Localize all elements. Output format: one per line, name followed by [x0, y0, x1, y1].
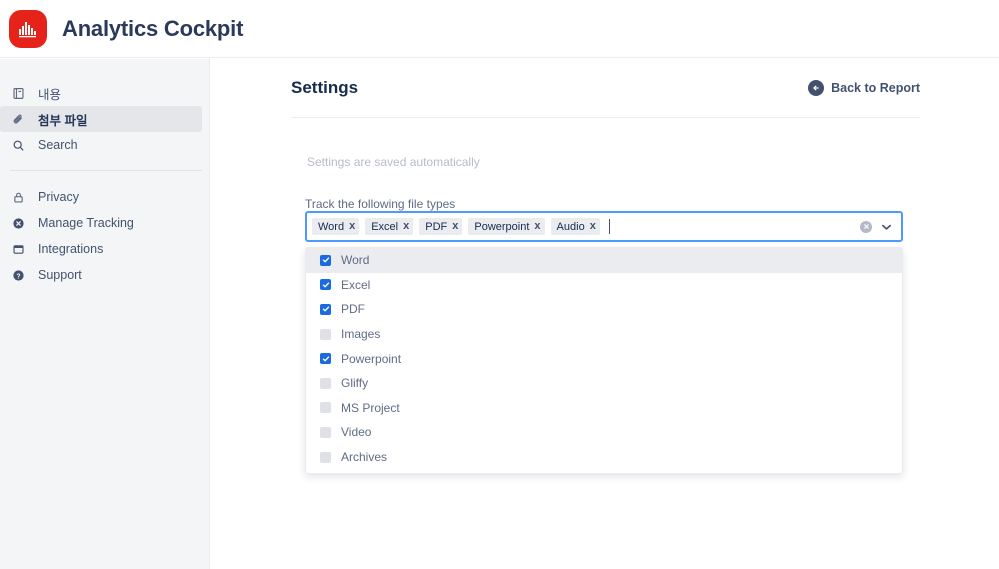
checkbox-checked-icon[interactable]	[320, 279, 331, 291]
dropdown-option-powerpoint[interactable]: Powerpoint	[306, 346, 902, 371]
checkbox-unchecked-icon[interactable]	[320, 328, 331, 340]
back-to-report-label: Back to Report	[831, 81, 920, 95]
dropdown-option-ms-project[interactable]: MS Project	[306, 396, 902, 421]
tag-remove-icon[interactable]: x	[452, 221, 458, 232]
dropdown-option-label: Archives	[341, 450, 388, 465]
tag-remove-icon[interactable]: x	[403, 221, 409, 232]
tag-remove-icon[interactable]: x	[590, 221, 596, 232]
dropdown-option-gliffy[interactable]: Gliffy	[306, 371, 902, 396]
tag-label: Excel	[371, 220, 399, 233]
sidebar-item-label: Search	[38, 138, 78, 152]
svg-text:?: ?	[16, 273, 20, 280]
dropdown-option-pdf[interactable]: PDF	[306, 297, 902, 322]
x-circle-icon	[10, 215, 27, 232]
sidebar-item-label: 첨부 파일	[38, 113, 88, 128]
app-root: Analytics Cockpit 내용 첨부 파일 Search Privac…	[0, 0, 999, 569]
sidebar-item-label: Privacy	[38, 190, 79, 204]
tag-word[interactable]: Word x	[312, 218, 360, 235]
file-types-dropdown[interactable]: Word Excel PDF Images Powerpoint Gliffy …	[305, 247, 903, 474]
multiselect-actions	[860, 220, 896, 233]
sidebar-item-label: Integrations	[38, 242, 104, 256]
sidebar-item-manage-tracking[interactable]: Manage Tracking	[0, 210, 202, 236]
text-cursor	[608, 219, 610, 234]
checkbox-unchecked-icon[interactable]	[320, 377, 331, 389]
sidebar-item-label: Support	[38, 268, 82, 282]
dropdown-option-archives[interactable]: Archives	[306, 445, 902, 470]
dropdown-option-label: Word	[341, 253, 370, 268]
dropdown-option-label: Excel	[341, 277, 371, 292]
dropdown-option-word[interactable]: Word	[306, 248, 902, 273]
tag-label: PDF	[425, 220, 448, 233]
sidebar-item-search[interactable]: Search	[0, 132, 202, 158]
paperclip-icon	[10, 111, 27, 128]
page-header: Settings Back to Report	[291, 78, 920, 98]
top-bar: Analytics Cockpit	[0, 0, 999, 58]
question-circle-icon: ?	[10, 267, 27, 284]
content-area: Settings Back to Report Settings are sav…	[211, 59, 999, 569]
checkbox-unchecked-icon[interactable]	[320, 402, 331, 414]
tag-powerpoint[interactable]: Powerpoint x	[468, 218, 545, 235]
sidebar-item-privacy[interactable]: Privacy	[0, 184, 202, 210]
sidebar-item-integrations[interactable]: Integrations	[0, 236, 202, 262]
tag-label: Word	[318, 220, 345, 233]
tag-excel[interactable]: Excel x	[365, 218, 414, 235]
tag-remove-icon[interactable]: x	[349, 221, 355, 232]
dropdown-option-label: Video	[341, 425, 372, 440]
sidebar-item-support[interactable]: ? Support	[0, 262, 202, 288]
search-icon	[10, 137, 27, 154]
arrow-left-circle-icon	[808, 80, 825, 96]
dropdown-option-label: PDF	[341, 302, 365, 317]
sidebar-item-label: 내용	[38, 87, 62, 102]
autosave-note: Settings are saved automatically	[307, 155, 480, 169]
dropdown-option-label: MS Project	[341, 400, 400, 415]
app-title: Analytics Cockpit	[62, 15, 244, 41]
dropdown-option-label: Gliffy	[341, 376, 369, 391]
back-to-report-link[interactable]: Back to Report	[808, 80, 920, 96]
window-icon	[10, 241, 27, 258]
tag-label: Powerpoint	[474, 220, 530, 233]
checkbox-checked-icon[interactable]	[320, 303, 331, 315]
sidebar-item-content[interactable]: 내용	[0, 80, 202, 106]
clear-circle-icon[interactable]	[860, 220, 872, 233]
dropdown-option-label: Powerpoint	[341, 351, 402, 366]
page-title: Settings	[291, 78, 359, 97]
file-types-field-label: Track the following file types	[305, 197, 456, 211]
tag-audio[interactable]: Audio x	[550, 218, 600, 235]
sidebar: 내용 첨부 파일 Search Privacy Manage Tracking …	[0, 59, 210, 569]
dropdown-option-label: Images	[341, 327, 381, 342]
tag-pdf[interactable]: PDF x	[419, 218, 463, 235]
sidebar-divider	[10, 170, 202, 171]
dropdown-option-excel[interactable]: Excel	[306, 273, 902, 298]
checkbox-checked-icon[interactable]	[320, 254, 331, 266]
checkbox-unchecked-icon[interactable]	[320, 426, 331, 438]
sidebar-item-label: Manage Tracking	[38, 216, 134, 230]
header-divider	[291, 117, 920, 118]
file-types-multiselect[interactable]: Word x Excel x PDF x Powerpoint x Audio	[305, 211, 903, 242]
tag-remove-icon[interactable]: x	[534, 221, 540, 232]
selected-tags: Word x Excel x PDF x Powerpoint x Audio	[312, 218, 860, 235]
book-icon	[10, 85, 27, 102]
lock-icon	[10, 189, 27, 206]
checkbox-checked-icon[interactable]	[320, 353, 331, 365]
dropdown-option-video[interactable]: Video	[306, 420, 902, 445]
dropdown-option-images[interactable]: Images	[306, 322, 902, 347]
chevron-down-icon[interactable]	[881, 223, 892, 231]
tag-label: Audio	[556, 220, 585, 233]
checkbox-unchecked-icon[interactable]	[320, 451, 331, 463]
sidebar-item-attachments[interactable]: 첨부 파일	[0, 106, 202, 132]
bar-chart-logo-icon	[9, 9, 47, 48]
